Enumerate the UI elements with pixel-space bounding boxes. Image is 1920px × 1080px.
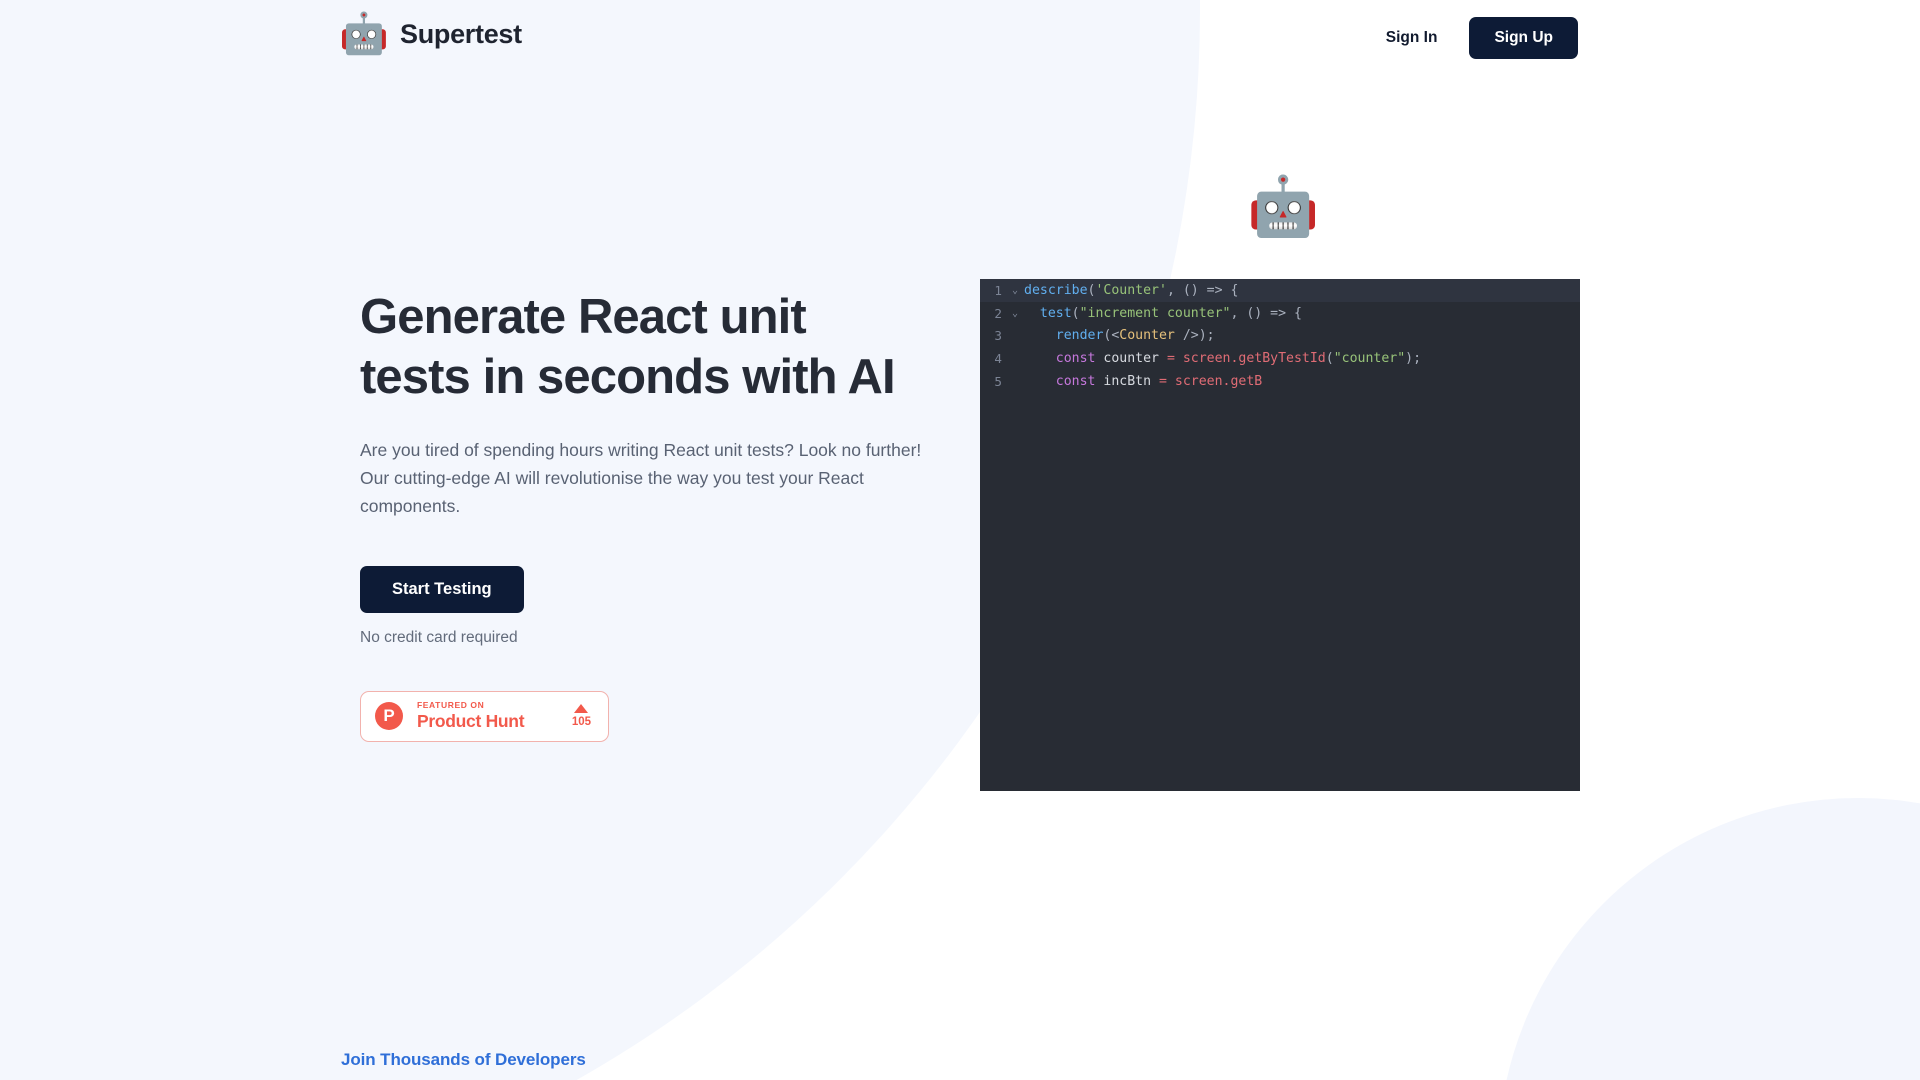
sign-up-button[interactable]: Sign Up bbox=[1469, 17, 1578, 59]
sign-in-link[interactable]: Sign In bbox=[1380, 21, 1444, 55]
code-editor-panel[interactable]: 1 ⌄ describe('Counter', () => { 2 ⌄ test("in… bbox=[980, 279, 1580, 791]
code-line-number: 5 bbox=[994, 374, 1002, 390]
brand-name: Supertest bbox=[400, 18, 522, 49]
social-proof-title: Join Thousands of Developers bbox=[341, 1050, 586, 1069]
product-hunt-icon: P bbox=[375, 702, 403, 731]
page-title: Generate React unit tests in seconds wit… bbox=[360, 290, 896, 404]
code-line-text: describe('Counter', () => { bbox=[1024, 282, 1239, 298]
hero-robot-icon: 🤖 bbox=[1247, 174, 1320, 239]
code-line[interactable]: 2 ⌄ test("increment counter", () => { bbox=[980, 302, 1580, 325]
chevron-down-icon[interactable]: ⌄ bbox=[1006, 308, 1024, 319]
code-line[interactable]: 5 const incBtn = screen.getB bbox=[980, 370, 1580, 393]
code-line[interactable]: 3 render(<Counter />); bbox=[980, 325, 1580, 348]
code-line-text: const incBtn = screen.getB bbox=[1055, 374, 1263, 390]
product-hunt-name: Product Hunt bbox=[417, 711, 525, 732]
product-hunt-upvote-count: 105 bbox=[571, 715, 591, 728]
brand-logo-link[interactable]: 🤖 Supertest bbox=[339, 12, 522, 56]
code-line-number: 2 bbox=[994, 305, 1002, 321]
no-credit-card-note: No credit card required bbox=[360, 628, 518, 646]
header-actions: Sign In Sign Up bbox=[1380, 17, 1578, 59]
hero-section: Generate React unit tests in seconds wit… bbox=[0, 0, 1920, 1080]
code-line-number: 4 bbox=[994, 351, 1002, 367]
code-line-text: test("increment counter", () => { bbox=[1039, 305, 1302, 321]
code-line-text: render(<Counter />); bbox=[1055, 328, 1215, 344]
hero-cta-row: Start Testing No credit card required bbox=[360, 565, 960, 647]
start-testing-button[interactable]: Start Testing bbox=[360, 565, 524, 613]
code-line[interactable]: 4 const counter = screen.getByTestId("co… bbox=[980, 347, 1580, 370]
product-hunt-text: FEATURED ON Product Hunt bbox=[417, 700, 525, 732]
caret-up-icon bbox=[574, 703, 589, 713]
code-line-number: 3 bbox=[994, 328, 1002, 344]
product-hunt-upvotes[interactable]: 105 bbox=[571, 703, 591, 729]
hero-copy: Generate React unit tests in seconds wit… bbox=[360, 288, 960, 742]
product-hunt-kicker: FEATURED ON bbox=[417, 700, 485, 711]
robot-icon: 🤖 bbox=[339, 12, 389, 56]
code-line[interactable]: 1 ⌄ describe('Counter', () => { bbox=[980, 279, 1580, 302]
product-hunt-badge[interactable]: P FEATURED ON Product Hunt 105 bbox=[360, 690, 609, 742]
site-header: 🤖 Supertest Sign In Sign Up bbox=[0, 0, 1920, 80]
social-proof-section: Join Thousands of Developers bbox=[341, 1050, 586, 1070]
code-line-text: const counter = screen.getByTestId("coun… bbox=[1055, 351, 1422, 367]
chevron-down-icon[interactable]: ⌄ bbox=[1006, 285, 1024, 296]
code-editor-lines: 1 ⌄ describe('Counter', () => { 2 ⌄ test("in… bbox=[980, 279, 1580, 393]
code-line-number: 1 bbox=[994, 282, 1002, 298]
hero-subtitle: Are you tired of spending hours writing … bbox=[360, 439, 922, 517]
